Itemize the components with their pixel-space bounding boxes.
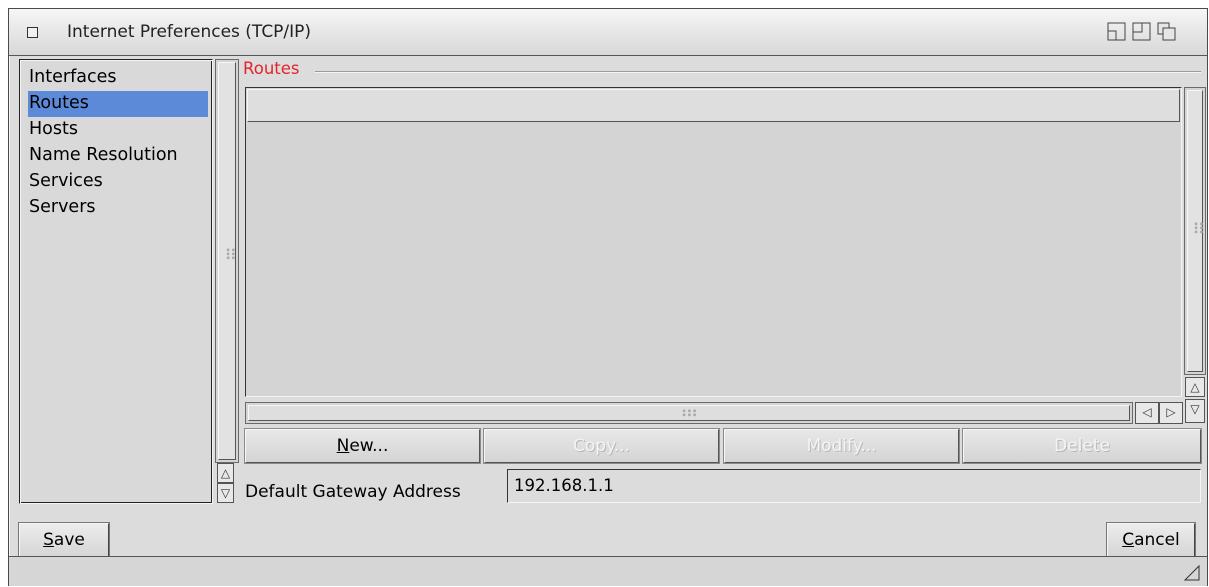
new-button-label: ew...	[349, 436, 389, 456]
title-bar[interactable]: Internet Preferences (TCP/IP)	[9, 9, 1207, 56]
grip-icon: ∙∙∙∙∙∙	[1193, 219, 1204, 238]
sidebar-scroll-thumb[interactable]: ∙∙ ∙∙ ∙∙	[218, 62, 236, 460]
group-divider	[315, 71, 1201, 73]
resize-grip-icon[interactable]	[1183, 564, 1201, 582]
save-button[interactable]: Save	[19, 523, 109, 557]
close-gadget-icon[interactable]	[27, 27, 38, 38]
window-title: Internet Preferences (TCP/IP)	[67, 22, 312, 42]
save-button-hotkey: S	[43, 530, 54, 550]
routes-hscroll-thumb[interactable]: ∙∙∙ ∙∙∙	[248, 405, 1130, 421]
routes-list-header[interactable]	[247, 89, 1180, 122]
status-bar	[9, 556, 1207, 586]
left-arrow-icon[interactable]: ◁	[1135, 402, 1159, 424]
routes-group-label: Routes	[243, 59, 300, 78]
delete-button[interactable]: Delete	[963, 429, 1201, 463]
gateway-label: Default Gateway Address	[245, 482, 461, 502]
preferences-window: Internet Preferences (TCP/IP) Interfaces…	[8, 8, 1208, 586]
sidebar-item-services[interactable]: Services	[28, 169, 208, 195]
gateway-address-input[interactable]: 192.168.1.1	[507, 469, 1201, 503]
copy-button[interactable]: Copy...	[484, 429, 719, 463]
grip-icon: ∙∙∙∙∙∙	[225, 245, 236, 264]
sidebar-item-name-resolution[interactable]: Name Resolution	[28, 143, 208, 169]
content-area: Interfaces Routes Hosts Name Resolution …	[19, 59, 1206, 513]
depth-icon[interactable]	[1157, 22, 1177, 42]
right-arrow-icon[interactable]: ▷	[1159, 402, 1183, 424]
routes-vscroll-thumb[interactable]: ∙∙ ∙∙ ∙∙	[1187, 90, 1204, 372]
sidebar-item-routes[interactable]: Routes	[28, 91, 208, 117]
sidebar-item-servers[interactable]: Servers	[28, 195, 208, 221]
category-list[interactable]: Interfaces Routes Hosts Name Resolution …	[19, 59, 213, 504]
up-arrow-icon[interactable]: △	[217, 463, 234, 483]
sidebar-scrollbar[interactable]: ∙∙ ∙∙ ∙∙	[215, 59, 239, 463]
cancel-button-hotkey: C	[1122, 530, 1135, 550]
sidebar-item-interfaces[interactable]: Interfaces	[28, 65, 208, 91]
grip-icon: ∙∙∙∙∙∙	[681, 406, 698, 421]
save-button-label: ave	[53, 530, 85, 550]
cancel-button-label: ancel	[1134, 530, 1180, 550]
down-arrow-icon[interactable]: ▽	[217, 483, 234, 503]
cancel-button[interactable]: Cancel	[1107, 523, 1195, 557]
routes-horizontal-scrollbar[interactable]: ∙∙∙ ∙∙∙	[245, 402, 1133, 424]
sidebar-item-hosts[interactable]: Hosts	[28, 117, 208, 143]
down-arrow-icon[interactable]: ▽	[1185, 399, 1205, 423]
iconify-icon[interactable]	[1107, 22, 1127, 42]
up-arrow-icon[interactable]: △	[1185, 377, 1205, 397]
new-button-hotkey: N	[336, 436, 350, 456]
routes-list[interactable]	[245, 87, 1182, 397]
routes-vertical-scrollbar[interactable]: ∙∙ ∙∙ ∙∙	[1184, 87, 1206, 375]
new-button[interactable]: New...	[245, 429, 480, 463]
zoom-icon[interactable]	[1132, 22, 1152, 42]
modify-button[interactable]: Modify...	[724, 429, 959, 463]
